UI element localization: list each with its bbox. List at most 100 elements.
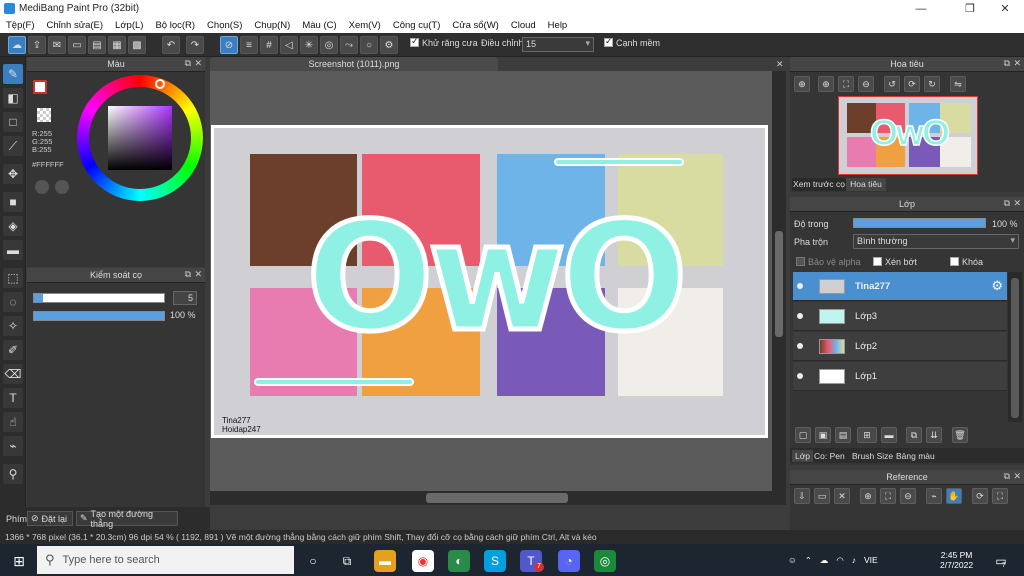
pipette-tool-icon[interactable]: ⚲ — [3, 464, 23, 484]
menu-layer[interactable]: Lớp(L) — [109, 20, 149, 31]
notification-center-icon[interactable]: ▭ — [990, 550, 1012, 572]
ref-eyedropper-icon[interactable]: ⌁ — [926, 488, 942, 504]
layer-row[interactable]: Lớp1 — [793, 362, 1007, 391]
brush-size-slider[interactable] — [33, 293, 165, 303]
hue-marker[interactable] — [155, 79, 165, 89]
discord-icon[interactable]: ◔ — [558, 550, 580, 572]
layer-scrollbar[interactable] — [1008, 272, 1022, 422]
lock-checkbox[interactable] — [950, 257, 959, 266]
new-halftone-layer-icon[interactable]: ▣ — [815, 427, 831, 443]
undock-icon[interactable]: ⧉ — [185, 269, 191, 280]
onedrive-icon[interactable]: ☁ — [820, 555, 829, 566]
menu-edit[interactable]: Chỉnh sửa(E) — [41, 20, 110, 31]
gradient-tool-icon[interactable]: ▬ — [3, 240, 23, 260]
language-indicator[interactable]: VIE — [864, 555, 878, 565]
menu-snap[interactable]: Chụp(N) — [248, 20, 296, 31]
menu-help[interactable]: Help — [542, 20, 574, 31]
grid-icon[interactable]: ▩ — [128, 36, 146, 54]
skype-icon[interactable]: S — [484, 550, 506, 572]
rotate-left-icon[interactable]: ↺ — [884, 76, 900, 92]
layer-opacity-slider[interactable] — [853, 218, 986, 228]
magic-wand-tool-icon[interactable]: ✧ — [3, 316, 23, 336]
zoom-in-icon[interactable]: ⊕ — [794, 76, 810, 92]
snap-settings-icon[interactable]: ⚙ — [380, 36, 398, 54]
snap-vanish-icon[interactable]: ◁ — [280, 36, 298, 54]
menu-window[interactable]: Cửa sổ(W) — [446, 20, 504, 31]
new-layer-icon[interactable]: ▢ — [795, 427, 811, 443]
tab-layer[interactable]: Lớp — [792, 450, 814, 462]
duplicate-layer-icon[interactable]: ⧉ — [906, 427, 922, 443]
undock-icon[interactable]: ⧉ — [1004, 471, 1010, 482]
snap-parallel-icon[interactable]: ≡ — [240, 36, 258, 54]
app-green-icon[interactable]: ◐ — [448, 550, 470, 572]
brush-tool-icon[interactable]: ✎ — [3, 64, 23, 84]
rotate-right-icon[interactable]: ↻ — [924, 76, 940, 92]
text-tool-icon[interactable]: T — [3, 388, 23, 408]
open-folder-icon[interactable]: ▭ — [814, 488, 830, 504]
select-pen-tool-icon[interactable]: ✐ — [3, 340, 23, 360]
soft-edge-checkbox[interactable] — [604, 36, 613, 47]
antialias-checkbox[interactable] — [410, 36, 419, 47]
new-8bit-layer-icon[interactable]: ▤ — [835, 427, 851, 443]
select-rect-tool-icon[interactable]: ⬚ — [3, 268, 23, 288]
ref-zoom-out-icon[interactable]: ⊖ — [900, 488, 916, 504]
saturation-square[interactable] — [108, 106, 172, 170]
undock-icon[interactable]: ⧉ — [1004, 198, 1010, 209]
wifi-icon[interactable]: ◠ — [836, 555, 843, 566]
chrome-icon[interactable]: ◉ — [412, 550, 434, 572]
visibility-icon[interactable] — [797, 283, 803, 289]
document-tab[interactable]: Screenshot (1011).png — [210, 57, 498, 71]
undock-icon[interactable]: ⧉ — [185, 58, 191, 69]
correction-select[interactable]: 15 — [522, 37, 594, 52]
redo-icon[interactable]: ↷ — [186, 36, 204, 54]
page-icon[interactable]: ▤ — [88, 36, 106, 54]
ref-fullscreen-icon[interactable]: ⛶ — [992, 488, 1008, 504]
make-line-button[interactable]: ✎ Tạo một đường thẳng — [76, 509, 178, 529]
browser-green-icon[interactable]: ◎ — [594, 550, 616, 572]
eraser-tool-icon[interactable]: ◧ — [3, 88, 23, 108]
fit-icon[interactable]: ⛶ — [838, 76, 854, 92]
menu-filter[interactable]: Bộ lọc(R) — [149, 20, 201, 31]
ref-rotate-icon[interactable]: ⟳ — [972, 488, 988, 504]
close-panel-icon[interactable]: ✕ — [1013, 471, 1021, 482]
undo-icon[interactable]: ↶ — [162, 36, 180, 54]
vertical-scroll-thumb[interactable] — [775, 231, 783, 337]
horizontal-scrollbar[interactable] — [210, 491, 786, 505]
tab-navigator[interactable]: Hoa tiêu — [846, 178, 886, 191]
tray-expand-icon[interactable]: ⌃ — [805, 555, 812, 566]
bucket-tool-icon[interactable]: ◈ — [3, 216, 23, 236]
cloud-icon[interactable]: ☁ — [8, 36, 26, 54]
cortana-icon[interactable]: ○ — [302, 550, 324, 572]
menu-file[interactable]: Tệp(F) — [0, 20, 41, 31]
fill-rect-tool-icon[interactable]: ■ — [3, 192, 23, 212]
layer-scroll-thumb[interactable] — [1011, 278, 1019, 418]
merge-layer-icon[interactable]: ⇊ — [926, 427, 942, 443]
select-eraser-tool-icon[interactable]: ⌫ — [3, 364, 23, 384]
brush-opacity-slider[interactable] — [33, 311, 165, 321]
snap-cross-icon[interactable]: # — [260, 36, 278, 54]
tab-brush[interactable]: Co: Pen — [814, 451, 845, 461]
reset-rotate-icon[interactable]: ⟳ — [904, 76, 920, 92]
people-icon[interactable]: ☺ — [788, 555, 797, 565]
close-panel-icon[interactable]: ✕ — [1013, 198, 1021, 209]
vertical-scrollbar[interactable] — [772, 71, 786, 491]
close-reference-icon[interactable]: ✕ — [834, 488, 850, 504]
snap-off-icon[interactable]: ⊘ — [220, 36, 238, 54]
undock-icon[interactable]: ⧉ — [1004, 58, 1010, 69]
menu-cloud[interactable]: Cloud — [505, 20, 542, 31]
line-tool-icon[interactable]: ⟋ — [3, 136, 23, 156]
operation-tool-icon[interactable]: ☝ — [3, 412, 23, 432]
layer-row[interactable]: Lớp2 — [793, 332, 1007, 361]
comment-icon[interactable]: ✉ — [48, 36, 66, 54]
brush-size-value[interactable]: 5 — [173, 291, 197, 305]
visibility-icon[interactable] — [797, 373, 803, 379]
cloud-download-icon[interactable]: ⇩ — [794, 488, 810, 504]
layer-row[interactable]: Lớp3 — [793, 302, 1007, 331]
clipping-checkbox[interactable] — [873, 257, 882, 266]
shape-tool-icon[interactable]: □ — [3, 112, 23, 132]
menu-tools[interactable]: Công cụ(T) — [387, 20, 447, 31]
pages-icon[interactable]: ▦ — [108, 36, 126, 54]
reset-button[interactable]: ⊘ Đặt lại — [27, 511, 73, 526]
minimize-button[interactable]: — — [904, 0, 938, 17]
visibility-icon[interactable] — [797, 313, 803, 319]
